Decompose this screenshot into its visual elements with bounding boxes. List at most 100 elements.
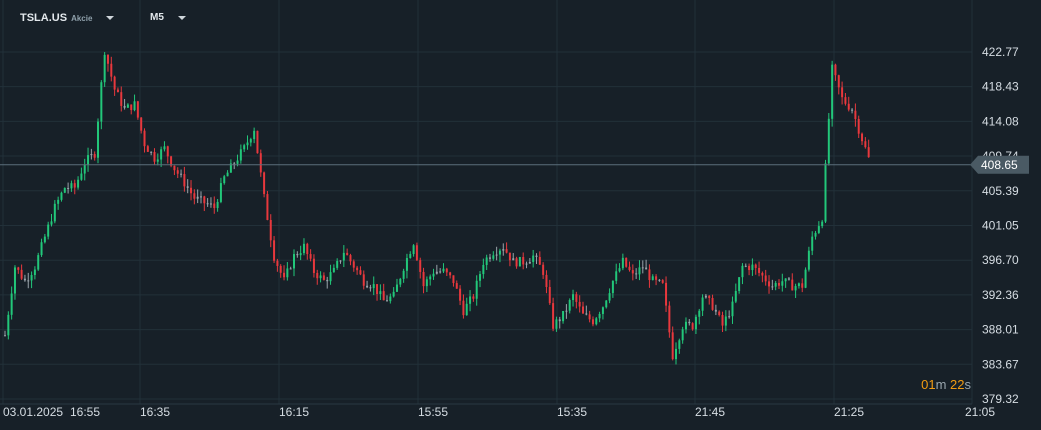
candle	[372, 276, 375, 296]
candle-body	[336, 261, 339, 268]
candle	[761, 271, 764, 283]
candle-body	[293, 254, 295, 269]
candle-body	[316, 272, 319, 279]
candle	[784, 278, 787, 288]
candle-body	[502, 249, 505, 251]
candle-body	[651, 276, 654, 281]
candle-body	[236, 160, 239, 164]
candle-body	[761, 272, 764, 276]
candle	[193, 189, 196, 205]
candle-body	[545, 274, 548, 288]
candle-body	[528, 261, 531, 264]
price-chart[interactable]: 422.77418.43414.08409.74405.39401.05396.…	[0, 0, 1041, 430]
candle	[412, 244, 415, 257]
candle-body	[562, 310, 565, 322]
candle	[714, 304, 717, 316]
candle-body	[731, 301, 734, 317]
candle	[27, 272, 30, 289]
candle-body	[648, 269, 651, 281]
candle-body	[748, 265, 751, 271]
candle	[70, 180, 73, 192]
candle-body	[283, 272, 286, 278]
candle	[60, 191, 63, 202]
timeframe-selector[interactable]: M5	[150, 12, 186, 23]
candle-body	[718, 311, 721, 316]
candle-body	[10, 293, 13, 315]
candle-body	[518, 257, 521, 267]
candle-body	[160, 149, 163, 160]
candle-body	[342, 252, 345, 261]
candle-body	[429, 276, 432, 280]
candle	[209, 197, 212, 208]
candle-body	[37, 255, 40, 270]
candle-body	[47, 224, 50, 237]
candle-body	[538, 256, 541, 265]
candle-body	[183, 174, 186, 187]
x-tick-label: 03.01.2025	[3, 405, 63, 419]
candle-body	[588, 314, 591, 320]
candle-body	[482, 264, 485, 275]
candle	[395, 278, 398, 292]
candle-body	[675, 348, 678, 360]
candle-body	[768, 281, 771, 287]
candle	[359, 266, 362, 276]
candle	[7, 311, 10, 340]
y-tick-label: 401.05	[982, 218, 1019, 232]
candle	[382, 283, 385, 301]
candle-body	[146, 146, 149, 152]
candle	[452, 275, 455, 287]
candle-body	[369, 287, 372, 289]
candle	[223, 174, 226, 185]
candle	[93, 151, 96, 161]
candle-body	[791, 279, 794, 291]
candle-body	[150, 151, 153, 153]
candle-body	[498, 250, 501, 255]
y-tick-label: 405.39	[982, 184, 1019, 198]
candle	[243, 143, 246, 153]
candle-body	[20, 269, 23, 279]
candle	[811, 231, 814, 256]
candle	[738, 276, 741, 294]
candle-body	[479, 274, 482, 281]
minutes-unit: m	[935, 377, 947, 392]
candle-body	[764, 275, 767, 282]
candle	[837, 74, 840, 95]
candle-body	[322, 275, 325, 280]
candle	[405, 253, 408, 279]
candle-body	[758, 267, 761, 273]
candle	[751, 258, 754, 276]
candle	[256, 130, 259, 154]
candle-body	[834, 64, 837, 76]
candle	[183, 166, 186, 192]
candle	[455, 280, 458, 289]
candle-body	[299, 253, 302, 256]
candle-body	[714, 309, 717, 312]
candle-body	[555, 319, 558, 329]
candle-body	[140, 117, 143, 131]
candle-body	[505, 249, 508, 253]
x-tick-label: 16:55	[70, 405, 100, 419]
candle	[675, 342, 678, 365]
candle-body	[263, 172, 266, 195]
candle	[847, 96, 850, 112]
candle	[841, 81, 844, 105]
candle-body	[43, 236, 46, 243]
candle-body	[432, 273, 435, 277]
candle	[23, 274, 26, 282]
candle-body	[389, 296, 392, 302]
candle-body	[100, 82, 103, 122]
candle	[688, 319, 691, 326]
candle	[37, 252, 40, 271]
candle	[123, 98, 126, 110]
candle-body	[312, 258, 315, 273]
candle	[296, 251, 299, 258]
candle	[379, 284, 382, 301]
candle-body	[558, 319, 561, 322]
symbol-selector[interactable]: TSLA.US Akcie	[20, 12, 115, 24]
candle	[150, 151, 153, 156]
candle-body	[708, 295, 711, 298]
candle-body	[113, 76, 116, 90]
candle-body	[203, 196, 206, 204]
candle-body	[449, 272, 452, 276]
candle-body	[273, 240, 276, 261]
